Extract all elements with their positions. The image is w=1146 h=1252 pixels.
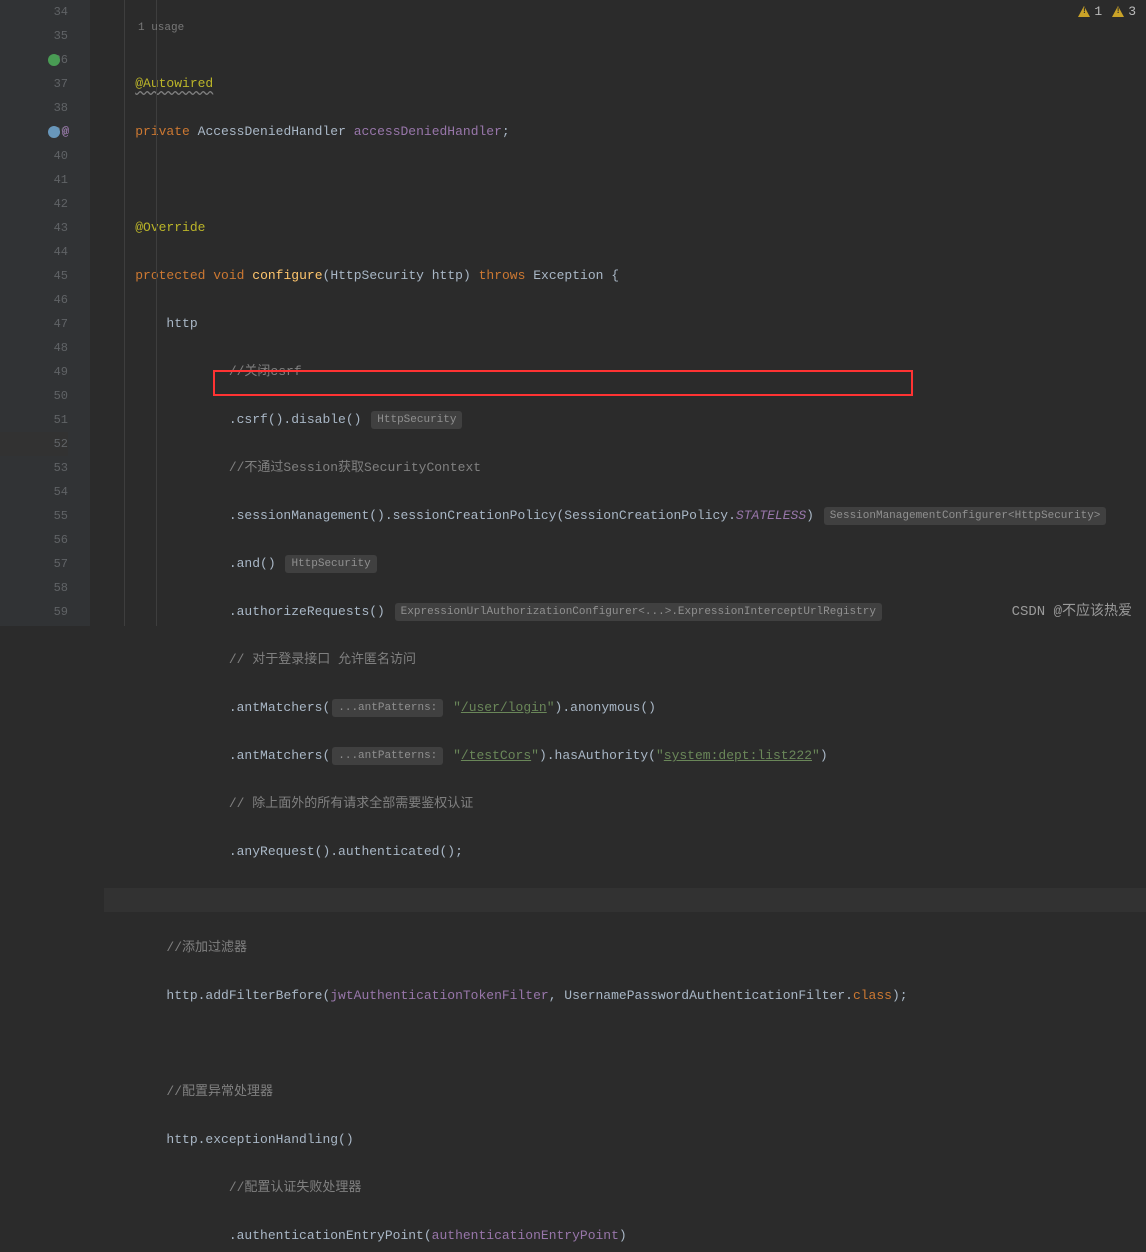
watermark: CSDN @不应该热爱 — [1012, 600, 1132, 620]
type-hint: SessionManagementConfigurer<HttpSecurity… — [824, 507, 1107, 525]
param-hint: ...antPatterns: — [332, 747, 443, 765]
spring-bean-icon[interactable] — [48, 54, 60, 66]
method-name: configure — [252, 268, 322, 283]
line-number: 55 — [0, 504, 68, 528]
comment: //关闭csrf — [229, 364, 302, 379]
line-number: 34 — [0, 0, 68, 24]
line-number: 43 — [0, 216, 68, 240]
line-number: 58 — [0, 576, 68, 600]
annotation: @Autowired — [135, 76, 213, 91]
line-number: 45 — [0, 264, 68, 288]
line-number: 47 — [0, 312, 68, 336]
override-icon[interactable] — [48, 126, 60, 138]
param-hint: ...antPatterns: — [332, 699, 443, 717]
comment: // 除上面外的所有请求全部需要鉴权认证 — [229, 796, 473, 811]
line-number: 54 — [0, 480, 68, 504]
annotation: @Override — [135, 220, 205, 235]
line-number: 44 — [0, 240, 68, 264]
line-number: 48 — [0, 336, 68, 360]
comment: // 对于登录接口 允许匿名访问 — [229, 652, 416, 667]
warning-count: 1 — [1094, 4, 1102, 19]
line-number: 53 — [0, 456, 68, 480]
comment: //配置认证失败处理器 — [229, 1180, 362, 1195]
line-number: 35 — [0, 24, 68, 48]
code-editor[interactable]: @Autowired private AccessDeniedHandler a… — [90, 0, 1146, 626]
type-hint: HttpSecurity — [285, 555, 376, 573]
line-number: 40 — [0, 144, 68, 168]
line-number: 52 — [0, 432, 68, 456]
comment: //不通过Session获取SecurityContext — [229, 460, 481, 475]
line-number: 49 — [0, 360, 68, 384]
line-number: 59 — [0, 600, 68, 624]
warning-count: 3 — [1128, 4, 1136, 19]
inspections-widget[interactable]: 1 3 — [1078, 4, 1136, 19]
warning-icon — [1078, 6, 1090, 17]
line-number: 46 — [0, 288, 68, 312]
line-number: 37 — [0, 72, 68, 96]
comment: //添加过滤器 — [166, 940, 247, 955]
comment: //配置异常处理器 — [166, 1084, 273, 1099]
line-number: 41 — [0, 168, 68, 192]
at-icon: @ — [62, 120, 69, 144]
line-number: 50 — [0, 384, 68, 408]
line-number: 51 — [0, 408, 68, 432]
type-hint: HttpSecurity — [371, 411, 462, 429]
usage-hint[interactable]: 1 usage — [138, 22, 184, 34]
caret-line — [104, 888, 1146, 912]
line-number: 36 — [0, 48, 68, 72]
line-number: 39@ — [0, 120, 68, 144]
type-hint: ExpressionUrlAuthorizationConfigurer<...… — [395, 603, 882, 621]
warning-icon — [1112, 6, 1124, 17]
line-number: 56 — [0, 528, 68, 552]
line-number-gutter: 34 35 36 37 38 39@ 40 41 42 43 44 45 46 … — [0, 0, 90, 626]
line-number: 42 — [0, 192, 68, 216]
line-number: 57 — [0, 552, 68, 576]
line-number: 38 — [0, 96, 68, 120]
